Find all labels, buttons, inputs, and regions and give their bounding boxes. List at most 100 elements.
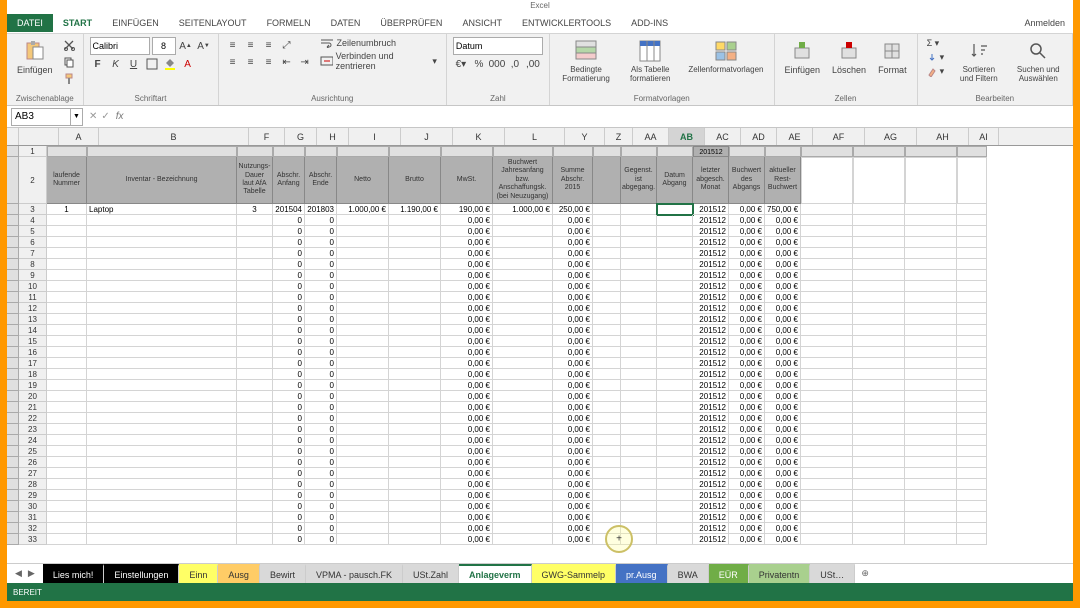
col-header-G[interactable]: G [285,128,317,145]
cell-31-Y[interactable]: 0,00 € [553,512,593,523]
insert-cells-button[interactable]: Einfügen [781,37,825,77]
align-left-button[interactable]: ≡ [225,54,241,70]
cell-6-AA[interactable] [621,237,657,248]
col-header-F[interactable]: F [249,128,285,145]
dec-decimal-button[interactable]: ,00 [525,56,541,72]
cell-26-A[interactable] [47,457,87,468]
cell-20-I[interactable] [337,391,389,402]
cell-16-B[interactable] [87,347,237,358]
cell-26-I[interactable] [337,457,389,468]
cell-10-L[interactable] [493,281,553,292]
cell-3-L[interactable]: 1.000,00 € [493,204,553,215]
cell-14-A[interactable] [47,325,87,336]
sheet-tab-ust-zahl[interactable]: USt.Zahl [403,564,459,583]
cell-23-Y[interactable]: 0,00 € [553,424,593,435]
cell-31-AG[interactable] [853,512,905,523]
cell-21-B[interactable] [87,402,237,413]
row-header-21[interactable]: 21 [19,402,47,413]
accounting-button[interactable]: €▾ [453,56,469,72]
cell-15-L[interactable] [493,336,553,347]
cell-4-I[interactable] [337,215,389,226]
header-cell-AI[interactable] [957,157,987,204]
row-header-15[interactable]: 15 [19,336,47,347]
font-size-select[interactable] [152,37,176,55]
cell-16-AB[interactable] [657,347,693,358]
cell-22-AB[interactable] [657,413,693,424]
cell-14-L[interactable] [493,325,553,336]
cell-6-G[interactable]: 0 [273,237,305,248]
cell-24-AA[interactable] [621,435,657,446]
cell-15-AF[interactable] [801,336,853,347]
cell-15-A[interactable] [47,336,87,347]
cell-3-AH[interactable] [905,204,957,215]
cell-26-Y[interactable]: 0,00 € [553,457,593,468]
cell-23-AB[interactable] [657,424,693,435]
cell-21-Z[interactable] [593,402,621,413]
cell-5-AE[interactable]: 0,00 € [765,226,801,237]
row-header-8[interactable]: 8 [19,259,47,270]
cell-7-AE[interactable]: 0,00 € [765,248,801,259]
cell-22-I[interactable] [337,413,389,424]
cell-20-G[interactable]: 0 [273,391,305,402]
cell-24-AH[interactable] [905,435,957,446]
cell-1-H[interactable] [305,146,337,157]
cell-6-AB[interactable] [657,237,693,248]
cell-17-G[interactable]: 0 [273,358,305,369]
cell-9-AG[interactable] [853,270,905,281]
row-header-28[interactable]: 28 [19,479,47,490]
cell-3-G[interactable]: 201504 [273,204,305,215]
cell-15-B[interactable] [87,336,237,347]
cell-22-K[interactable]: 0,00 € [441,413,493,424]
cell-18-K[interactable]: 0,00 € [441,369,493,380]
comma-button[interactable]: 000 [489,56,505,72]
fill-button[interactable]: ▾ [924,51,948,64]
cell-12-AA[interactable] [621,303,657,314]
cell-7-Y[interactable]: 0,00 € [553,248,593,259]
cell-15-AC[interactable]: 201512 [693,336,729,347]
cell-25-I[interactable] [337,446,389,457]
cell-19-AC[interactable]: 201512 [693,380,729,391]
cell-3-F[interactable]: 3 [237,204,273,215]
cell-1-J[interactable] [389,146,441,157]
cell-23-A[interactable] [47,424,87,435]
cell-33-AC[interactable]: 201512 [693,534,729,545]
cell-19-AG[interactable] [853,380,905,391]
cell-23-Z[interactable] [593,424,621,435]
cell-17-F[interactable] [237,358,273,369]
cell-31-I[interactable] [337,512,389,523]
cell-32-L[interactable] [493,523,553,534]
cell-15-AH[interactable] [905,336,957,347]
cell-22-B[interactable] [87,413,237,424]
cell-16-Y[interactable]: 0,00 € [553,347,593,358]
cell-12-AI[interactable] [957,303,987,314]
cell-9-Z[interactable] [593,270,621,281]
header-cell-AG[interactable] [853,157,905,204]
col-header-AA[interactable]: AA [633,128,669,145]
cell-30-AC[interactable]: 201512 [693,501,729,512]
number-format-select[interactable] [453,37,543,55]
cell-7-AF[interactable] [801,248,853,259]
cell-23-H[interactable]: 0 [305,424,337,435]
cell-16-AF[interactable] [801,347,853,358]
sheet-tab-lies-mich-[interactable]: Lies mich! [43,564,105,583]
cell-11-F[interactable] [237,292,273,303]
cell-33-G[interactable]: 0 [273,534,305,545]
cell-21-AB[interactable] [657,402,693,413]
cell-29-G[interactable]: 0 [273,490,305,501]
cell-27-AI[interactable] [957,468,987,479]
row-header-6[interactable]: 6 [19,237,47,248]
cell-14-B[interactable] [87,325,237,336]
cell-21-AH[interactable] [905,402,957,413]
cell-11-AA[interactable] [621,292,657,303]
cell-15-Z[interactable] [593,336,621,347]
cell-4-L[interactable] [493,215,553,226]
cell-25-Y[interactable]: 0,00 € [553,446,593,457]
row-header-31[interactable]: 31 [19,512,47,523]
cell-27-Y[interactable]: 0,00 € [553,468,593,479]
header-cell-AB[interactable]: Datum Abgang [657,157,693,204]
cell-31-AA[interactable] [621,512,657,523]
col-header-AF[interactable]: AF [813,128,865,145]
header-cell-AH[interactable] [905,157,957,204]
cell-30-Y[interactable]: 0,00 € [553,501,593,512]
cell-32-F[interactable] [237,523,273,534]
